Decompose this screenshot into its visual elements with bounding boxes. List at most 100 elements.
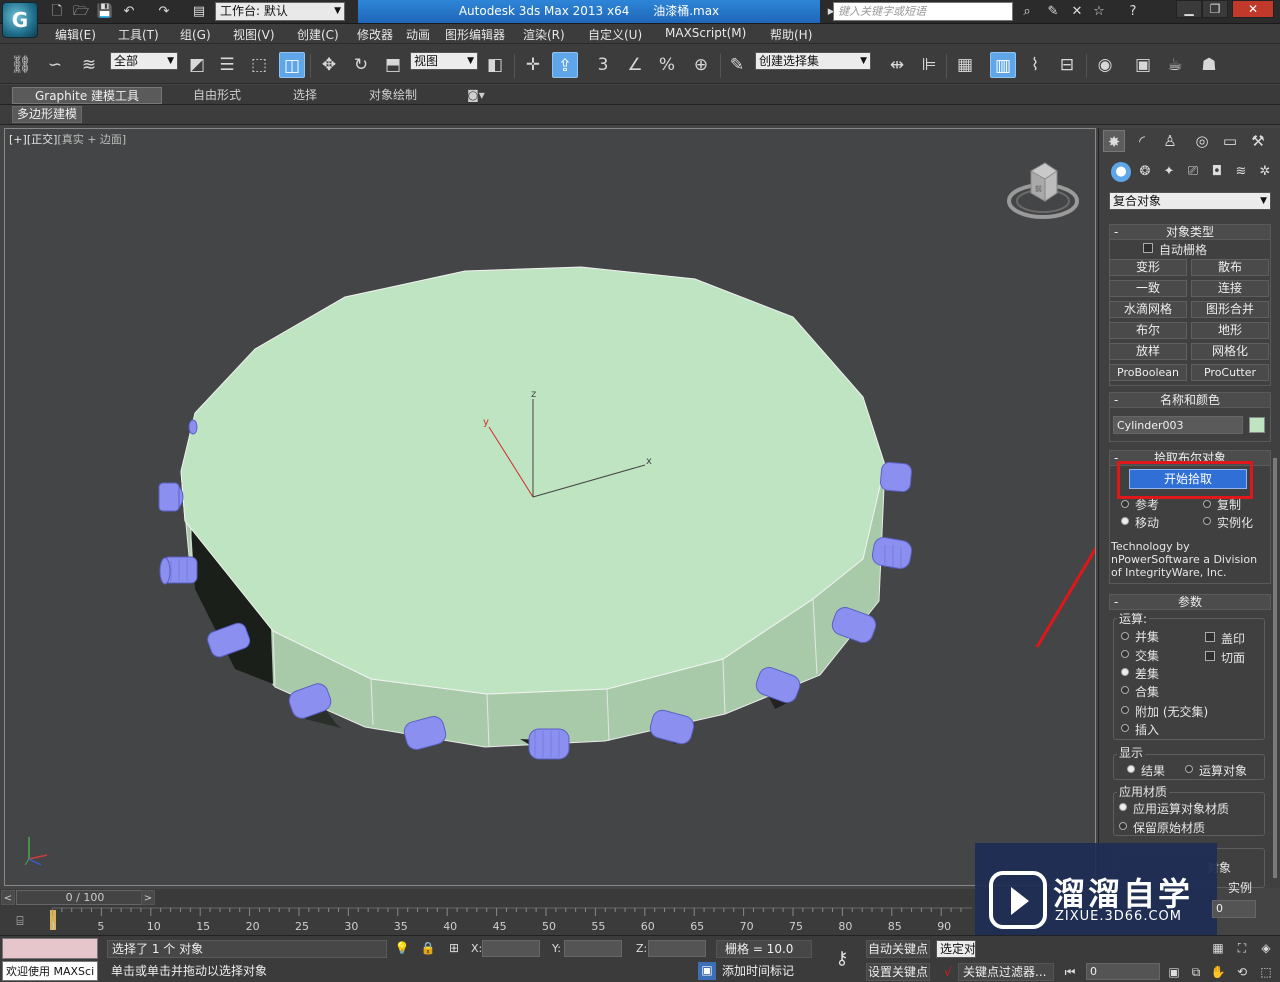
undo-icon[interactable]: ↶ [120,3,138,21]
isolate-selection-icon[interactable]: 💡 [394,940,410,956]
intersection-radio[interactable] [1121,650,1129,658]
key-filters-button[interactable]: 关键点过滤器... [958,963,1054,981]
terrain-button[interactable]: 地形 [1191,322,1269,339]
object-category-select[interactable]: 复合对象 [1109,192,1271,210]
unlink-icon[interactable]: ∽ [42,52,68,78]
extract-spinner[interactable]: 0 [1212,900,1256,918]
maximize-viewport-icon[interactable]: ⬚ [1258,964,1274,980]
tab-object-paint[interactable]: 对象绘制 [350,87,436,104]
insert-radio[interactable] [1121,724,1129,732]
prev-frame-arrow[interactable]: < [1,890,15,905]
time-slider-thumb[interactable]: 0 / 100 [16,890,154,905]
autogrid-checkbox[interactable] [1143,243,1153,253]
menu-rendering[interactable]: 渲染(R) [523,26,565,43]
graphite-toggle-icon[interactable]: ▥ [990,52,1016,78]
minimize-button[interactable]: ▁ [1176,0,1202,18]
open-file-icon[interactable]: 🗁 [72,3,90,21]
connect-button[interactable]: 连接 [1191,280,1269,297]
save-file-icon[interactable]: 💾 [96,3,114,21]
select-rotate-icon[interactable]: ↻ [348,52,374,78]
select-object-icon[interactable]: ◩ [184,52,210,78]
orbit-icon[interactable]: ⟲ [1234,964,1250,980]
edit-named-selection-icon[interactable]: ✎ [724,52,750,78]
material-editor-icon[interactable]: ◉ [1092,52,1118,78]
percent-snap-icon[interactable]: % [654,52,680,78]
object-color-swatch[interactable] [1249,417,1265,433]
next-frame-arrow[interactable]: > [141,890,155,905]
modify-tab-icon[interactable]: ◜ [1131,130,1153,152]
subscription-icon[interactable]: ✎ [1044,3,1062,21]
field-of-view-icon[interactable]: ◈ [1258,940,1274,956]
cameras-icon[interactable]: ⎚ [1183,162,1203,182]
morph-button[interactable]: 变形 [1109,259,1187,276]
hierarchy-tab-icon[interactable]: ♙ [1159,130,1181,152]
display-tab-icon[interactable]: ▭ [1219,130,1241,152]
pan-view-icon[interactable]: ✋ [1210,964,1226,980]
rollout-name-color[interactable]: - 名称和颜色 [1109,392,1271,408]
named-selection-select[interactable]: 创建选择集 [755,52,871,70]
copy-radio[interactable] [1203,500,1211,508]
selection-lock-icon[interactable]: 🔒 [420,940,436,956]
loft-button[interactable]: 放样 [1109,343,1187,360]
apply-operand-material-radio[interactable] [1119,803,1127,811]
spinner-snap-icon[interactable]: ⊕ [688,52,714,78]
render-production-icon[interactable]: ☗ [1196,52,1222,78]
menu-maxscript[interactable]: MAXScript(M) [665,26,746,40]
procutter-button[interactable]: ProCutter [1191,364,1269,381]
align-icon[interactable]: ⊫ [916,52,942,78]
ribbon-options-icon[interactable]: ◙▾ [458,87,494,104]
helpers-icon[interactable]: ◘ [1207,162,1227,182]
rectangular-selection-icon[interactable]: ⬚ [246,52,272,78]
favorites-star-icon[interactable]: ☆ [1090,3,1108,21]
new-file-icon[interactable]: 🗋 [48,3,66,21]
tab-graphite-modeling[interactable]: Graphite 建模工具 [12,87,162,104]
viewport-shading-menu[interactable]: [真实 + 边面] [57,133,126,146]
result-radio[interactable] [1127,765,1135,773]
select-move-icon[interactable]: ✥ [316,52,342,78]
boolean-button[interactable]: 布尔 [1109,322,1187,339]
perspective-viewport[interactable]: x y z [+][正交][真实 + 边面] 前 [4,128,1096,886]
pivot-center-icon[interactable]: ◧ [482,52,508,78]
subtraction-radio[interactable] [1121,668,1129,676]
menu-help[interactable]: 帮助(H) [770,26,812,43]
menu-tools[interactable]: 工具(T) [118,26,159,43]
utilities-tab-icon[interactable]: ⚒ [1247,130,1269,152]
menu-animation[interactable]: 动画 [406,26,430,43]
motion-tab-icon[interactable]: ◎ [1191,130,1213,152]
menu-graph-editors[interactable]: 图形编辑器 [445,26,505,43]
communication-icon[interactable]: ✕ [1068,3,1086,21]
z-coord-field[interactable] [648,940,706,957]
key-mode-icon[interactable]: √ [940,964,956,980]
link-icon[interactable]: ⛓ [8,52,34,78]
mirror-icon[interactable]: ⇹ [884,52,910,78]
cookie-checkbox[interactable] [1205,651,1215,661]
viewcube-icon[interactable]: 前 [1005,157,1081,221]
space-warps-icon[interactable]: ≋ [1231,162,1251,182]
layer-manager-icon[interactable]: ▦ [952,52,978,78]
object-name-field[interactable]: Cylinder003 [1113,416,1243,434]
key-selection-set-select[interactable]: 选定对 [936,940,976,958]
selection-filter-select[interactable]: 全部 [110,52,178,70]
absolute-mode-icon[interactable]: ⊞ [446,940,462,956]
angle-snap-icon[interactable]: ∠ [622,52,648,78]
keyboard-shortcut-toggle-icon[interactable]: ⇪ [552,52,578,78]
time-config-icon[interactable]: ▣ [1166,964,1182,980]
tab-freeform[interactable]: 自由形式 [172,87,262,104]
curve-editor-icon[interactable]: ⌇ [1022,52,1048,78]
polygon-modeling-panel[interactable]: 多边形建模 [12,106,83,123]
panel-scrollbar[interactable] [1273,458,1277,878]
shapes-icon[interactable]: ❂ [1135,162,1155,182]
mesher-button[interactable]: 网格化 [1191,343,1269,360]
schematic-view-icon[interactable]: ⊟ [1054,52,1080,78]
geometry-icon[interactable]: ● [1111,162,1131,182]
viewport-view-menu[interactable]: [正交] [27,133,58,146]
menu-views[interactable]: 视图(V) [233,26,275,43]
set-key-icon[interactable]: ⚷ [826,948,858,969]
select-manipulate-icon[interactable]: ✛ [520,52,546,78]
systems-icon[interactable]: ✲ [1255,162,1275,182]
y-coord-field[interactable] [564,940,622,957]
menu-create[interactable]: 创建(C) [297,26,339,43]
menu-customize[interactable]: 自定义(U) [588,26,642,43]
instance-radio[interactable] [1203,517,1211,525]
maxscript-listener-mini[interactable] [2,938,98,959]
